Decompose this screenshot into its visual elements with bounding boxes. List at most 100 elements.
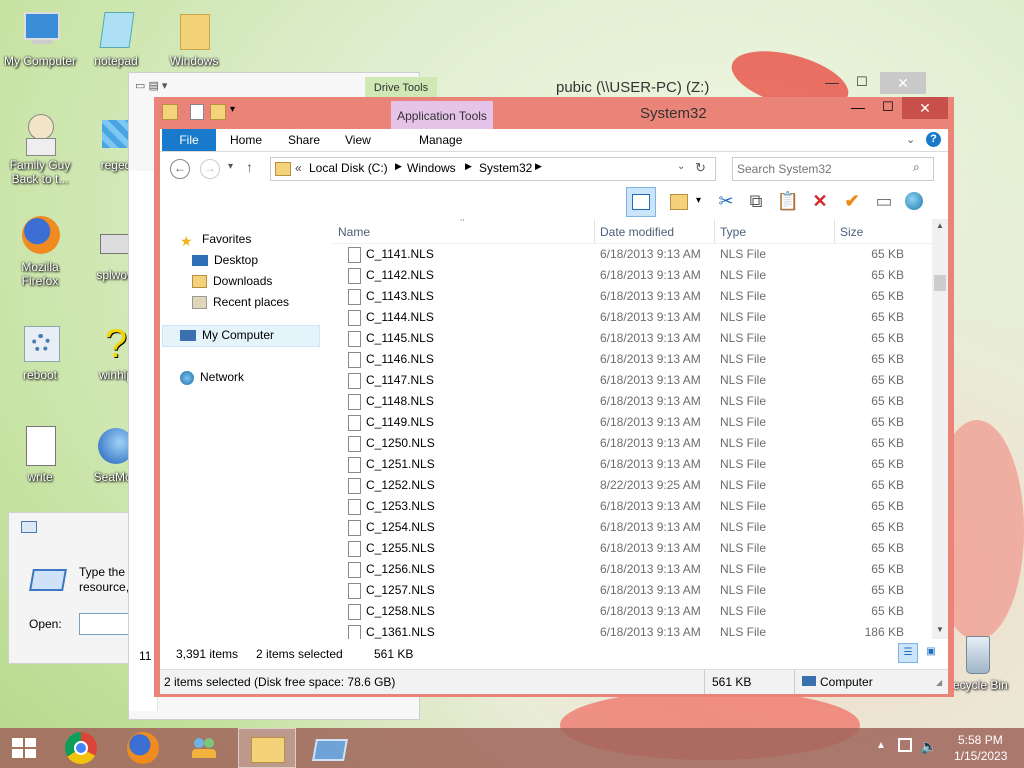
table-row[interactable]: C_1255.NLS 6/18/2013 9:13 AM NLS File 65 KB xyxy=(332,538,932,559)
tab-view[interactable]: View xyxy=(345,129,371,151)
clock-date[interactable]: 1/15/2023 xyxy=(954,749,1007,763)
context-tab-application-tools[interactable]: Application Tools xyxy=(391,101,493,131)
chevron-down-icon[interactable]: ▾ xyxy=(696,195,701,206)
desktop-icon-notepad[interactable]: notepad xyxy=(76,8,156,68)
table-row[interactable]: C_1149.NLS 6/18/2013 9:13 AM NLS File 65 KB xyxy=(332,412,932,433)
recent-locations-icon[interactable]: ▾ xyxy=(228,161,233,172)
table-row[interactable]: C_1361.NLS 6/18/2013 9:13 AM NLS File 186 K… xyxy=(332,622,932,639)
back-button[interactable]: ← xyxy=(170,159,190,179)
tab-home[interactable]: Home xyxy=(230,129,262,151)
maximize-button[interactable]: ☐ xyxy=(874,99,902,119)
nav-network[interactable]: Network xyxy=(180,369,244,385)
column-size[interactable]: Size xyxy=(840,225,863,239)
chevron-right-icon[interactable]: ▶ xyxy=(535,161,542,172)
search-icon[interactable]: ⌕ xyxy=(913,160,920,175)
details-view-button[interactable]: ☰ xyxy=(898,643,918,663)
forward-button[interactable]: → xyxy=(200,159,220,179)
table-row[interactable]: C_1142.NLS 6/18/2013 9:13 AM NLS File 65 KB xyxy=(332,265,932,286)
desktop-icon-my-computer[interactable]: My Computer xyxy=(0,8,80,68)
volume-icon[interactable]: 🔈 xyxy=(920,738,937,755)
table-row[interactable]: C_1144.NLS 6/18/2013 9:13 AM NLS File 65 KB xyxy=(332,307,932,328)
table-row[interactable]: C_1250.NLS 6/18/2013 9:13 AM NLS File 65 KB xyxy=(332,433,932,454)
checkmark-icon[interactable]: ✔ xyxy=(838,187,866,215)
vertical-scrollbar[interactable]: ▲ ▼ xyxy=(932,219,948,639)
globe-icon[interactable] xyxy=(900,187,928,215)
ribbon-expand-icon[interactable]: ⌄ xyxy=(906,129,915,151)
new-folder-icon[interactable] xyxy=(210,104,226,120)
column-type[interactable]: Type xyxy=(720,225,746,239)
column-date-modified[interactable]: Date modified xyxy=(600,225,674,239)
desktop-icon-write[interactable]: write xyxy=(0,424,80,484)
close-button[interactable]: ✕ xyxy=(902,97,948,119)
desktop-icon-reboot[interactable]: reboot xyxy=(0,322,80,382)
breadcrumb-local-disk[interactable]: Local Disk (C:) xyxy=(309,161,388,175)
up-button[interactable]: ↑ xyxy=(246,159,253,175)
desktop-icon-firefox[interactable]: Mozilla Firefox xyxy=(0,214,80,288)
scroll-up-icon[interactable]: ▲ xyxy=(932,221,948,230)
table-row[interactable]: C_1145.NLS 6/18/2013 9:13 AM NLS File 65 KB xyxy=(332,328,932,349)
refresh-icon[interactable]: ↻ xyxy=(695,160,706,176)
address-bar[interactable]: « Local Disk (C:) ▶ Windows ▶ System32 ▶… xyxy=(270,157,716,181)
back-minimize-button[interactable]: — xyxy=(818,74,846,94)
table-row[interactable]: C_1147.NLS 6/18/2013 9:13 AM NLS File 65 KB xyxy=(332,370,932,391)
breadcrumb-system32[interactable]: System32 xyxy=(479,161,532,175)
table-row[interactable]: C_1146.NLS 6/18/2013 9:13 AM NLS File 65 KB xyxy=(332,349,932,370)
quick-access-toolbar[interactable]: ▾ xyxy=(162,104,252,120)
folder-options-icon[interactable] xyxy=(664,187,692,215)
explorer-window[interactable]: ▾ Application Tools System32 — ☐ ✕ File … xyxy=(154,97,954,697)
table-row[interactable]: C_1143.NLS 6/18/2013 9:13 AM NLS File 65 KB xyxy=(332,286,932,307)
table-row[interactable]: C_1253.NLS 6/18/2013 9:13 AM NLS File 65 KB xyxy=(332,496,932,517)
back-close-button[interactable]: ✕ xyxy=(880,72,926,94)
nav-downloads[interactable]: Downloads xyxy=(192,273,272,289)
chevron-down-icon[interactable]: ▾ xyxy=(230,104,235,115)
tab-share[interactable]: Share xyxy=(288,129,320,151)
copy-icon[interactable]: ⧉ xyxy=(742,187,770,215)
clock-time[interactable]: 5:58 PM xyxy=(958,733,1003,747)
tab-manage[interactable]: Manage xyxy=(419,129,462,151)
rename-icon[interactable]: ▭ xyxy=(870,187,898,215)
network-tray-icon[interactable] xyxy=(898,738,912,752)
column-name[interactable]: Name xyxy=(338,225,370,239)
large-icons-view-button[interactable]: ▣ xyxy=(922,643,940,661)
table-row[interactable]: C_1141.NLS 6/18/2013 9:13 AM NLS File 65 KB xyxy=(332,244,932,265)
cut-icon[interactable]: ✂ xyxy=(712,187,740,215)
show-hidden-icons[interactable]: ▲ xyxy=(876,740,886,751)
table-row[interactable]: C_1252.NLS 8/22/2013 9:25 AM NLS File 65 KB xyxy=(332,475,932,496)
breadcrumb-overflow[interactable]: « xyxy=(295,161,302,175)
search-box[interactable]: ⌕ xyxy=(732,157,934,181)
table-row[interactable]: C_1258.NLS 6/18/2013 9:13 AM NLS File 65 KB xyxy=(332,601,932,622)
delete-icon[interactable]: ✕ xyxy=(806,187,834,215)
table-row[interactable]: C_1256.NLS 6/18/2013 9:13 AM NLS File 65 KB xyxy=(332,559,932,580)
help-icon[interactable]: ? xyxy=(926,132,941,147)
table-row[interactable]: C_1251.NLS 6/18/2013 9:13 AM NLS File 65 KB xyxy=(332,454,932,475)
table-row[interactable]: C_1148.NLS 6/18/2013 9:13 AM NLS File 65 KB xyxy=(332,391,932,412)
nav-desktop[interactable]: Desktop xyxy=(192,252,258,268)
properties-icon[interactable] xyxy=(190,104,204,120)
desktop-icon-windows[interactable]: Windows xyxy=(154,8,234,68)
minimize-button[interactable]: — xyxy=(844,99,872,119)
start-button[interactable] xyxy=(0,728,48,768)
taskbar-firefox[interactable] xyxy=(114,728,172,768)
desktop-icon-family-guy[interactable]: Family Guy Back to t... xyxy=(0,112,80,186)
breadcrumb-windows[interactable]: Windows xyxy=(407,161,456,175)
paste-icon[interactable]: 📋 xyxy=(774,187,802,215)
nav-my-computer[interactable]: My Computer xyxy=(180,327,274,343)
taskbar-users[interactable] xyxy=(176,728,234,768)
nav-recent-places[interactable]: Recent places xyxy=(192,294,289,310)
taskbar-run[interactable] xyxy=(300,728,358,768)
back-context-tab[interactable]: Drive Tools xyxy=(365,77,437,99)
nav-favorites[interactable]: ★ Favorites xyxy=(180,231,251,249)
scroll-down-icon[interactable]: ▼ xyxy=(932,625,948,634)
address-dropdown-icon[interactable]: ⌄ xyxy=(677,161,685,172)
table-row[interactable]: C_1257.NLS 6/18/2013 9:13 AM NLS File 65 KB xyxy=(332,580,932,601)
scroll-thumb[interactable] xyxy=(934,275,946,291)
tab-file[interactable]: File xyxy=(162,129,216,151)
taskbar-chrome[interactable] xyxy=(52,728,110,768)
table-row[interactable]: C_1254.NLS 6/18/2013 9:13 AM NLS File 65 KB xyxy=(332,517,932,538)
layout-pane-icon[interactable] xyxy=(626,187,656,217)
resize-grip-icon[interactable]: ◢ xyxy=(936,678,942,687)
taskbar-file-explorer[interactable] xyxy=(238,728,296,768)
chevron-right-icon[interactable]: ▶ xyxy=(395,161,402,172)
chevron-right-icon[interactable]: ▶ xyxy=(465,161,472,172)
search-input[interactable] xyxy=(735,159,909,179)
